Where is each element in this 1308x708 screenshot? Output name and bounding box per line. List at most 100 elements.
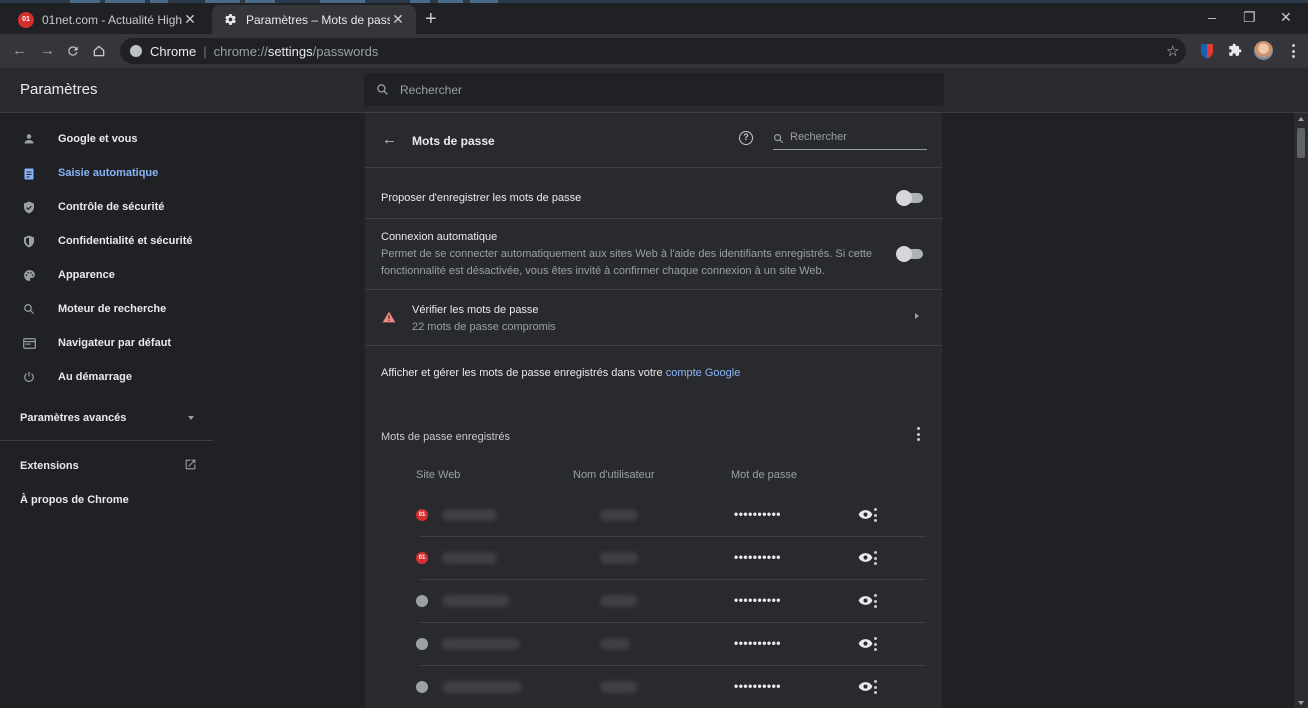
extensions-puzzle-icon[interactable] <box>1228 43 1244 59</box>
offer-save-toggle[interactable] <box>896 190 923 206</box>
01net-icon: 01 <box>416 552 428 564</box>
tab-strip: 01 01net.com - Actualité High Tech ✕ Par… <box>0 0 1308 34</box>
tab-01net[interactable]: 01 01net.com - Actualité High Tech ✕ <box>8 5 208 34</box>
sidebar-item-safety-check[interactable]: Contrôle de sécurité <box>0 190 230 224</box>
check-passwords-label: Vérifier les mots de passe <box>412 304 539 316</box>
omnibox-site: Chrome <box>150 43 197 59</box>
chrome-menu-icon[interactable] <box>1287 43 1303 59</box>
username-blurred <box>600 681 638 693</box>
globe-icon <box>416 595 428 607</box>
chevron-down-icon[interactable] <box>188 416 194 420</box>
row-menu-icon[interactable] <box>873 680 877 694</box>
password-search-input[interactable]: Rechercher <box>773 131 927 150</box>
sidebar-item-autofill[interactable]: Saisie automatique <box>0 156 230 190</box>
globe-icon <box>416 638 428 650</box>
manage-text: Afficher et gérer les mots de passe enre… <box>381 367 741 379</box>
row-menu-icon[interactable] <box>873 637 877 651</box>
auto-signin-toggle[interactable] <box>896 246 923 262</box>
password-mask: •••••••••• <box>734 507 782 521</box>
palette-icon <box>22 268 36 282</box>
sidebar-item-label: Au démarrage <box>58 371 132 383</box>
bookmark-star-icon[interactable]: ☆ <box>1166 42 1182 60</box>
google-account-link[interactable]: compte Google <box>666 367 741 379</box>
close-tab-icon[interactable]: ✕ <box>182 11 198 28</box>
tab-title: 01net.com - Actualité High Tech <box>42 12 182 27</box>
auto-signin-description: Permet de se connecter automatiquement a… <box>381 248 873 277</box>
site-name-blurred <box>442 595 510 607</box>
search-icon <box>774 134 784 144</box>
username-blurred <box>600 552 638 564</box>
shield-icon <box>22 234 36 248</box>
avatar[interactable] <box>1254 41 1273 60</box>
back-arrow-icon[interactable]: ← <box>382 131 397 148</box>
sidebar-divider <box>0 440 213 441</box>
close-window-button[interactable]: ✕ <box>1280 9 1292 26</box>
scroll-up-icon[interactable] <box>1298 117 1304 121</box>
sidebar-item-label: Saisie automatique <box>58 167 159 179</box>
sidebar-item-appearance[interactable]: Apparence <box>0 258 230 292</box>
extension-shield-icon[interactable] <box>1200 43 1216 59</box>
show-password-eye-icon[interactable] <box>858 552 873 563</box>
globe-icon <box>416 681 428 693</box>
help-icon[interactable]: ? <box>739 131 753 145</box>
back-arrow-icon[interactable]: ← <box>12 41 27 61</box>
saved-passwords-menu-icon[interactable] <box>916 427 920 441</box>
01net-icon: 01 <box>416 509 428 521</box>
manage-google-row: Afficher et gérer les mots de passe enre… <box>365 345 942 405</box>
scroll-thumb[interactable] <box>1297 128 1305 158</box>
tab-title: Paramètres – Mots de passe <box>246 12 390 27</box>
show-password-eye-icon[interactable] <box>858 595 873 606</box>
omnibox-url: chrome://settings/passwords <box>213 43 379 59</box>
page-scrollbar[interactable] <box>1294 113 1308 708</box>
auto-signin-label: Connexion automatique <box>381 231 498 243</box>
tab-settings-passwords[interactable]: Paramètres – Mots de passe ✕ <box>212 5 416 34</box>
sidebar-advanced[interactable]: Paramètres avancés <box>20 412 126 424</box>
browser-toolbar: ← → Chrome | chrome://settings/passwords… <box>0 34 1308 68</box>
check-passwords-sublabel: 22 mots de passe compromis <box>412 321 556 333</box>
home-icon[interactable] <box>92 41 106 64</box>
power-icon <box>22 370 36 384</box>
settings-sidebar: Google et vous Saisie automatique Contrô… <box>0 113 230 708</box>
forward-arrow-icon[interactable]: → <box>40 41 55 61</box>
sidebar-item-google[interactable]: Google et vous <box>0 122 230 156</box>
settings-search-placeholder: Rechercher <box>400 82 463 97</box>
sidebar-item-startup[interactable]: Au démarrage <box>0 360 230 394</box>
sidebar-item-search-engine[interactable]: Moteur de recherche <box>0 292 230 326</box>
show-password-eye-icon[interactable] <box>858 509 873 520</box>
site-name-blurred <box>442 552 497 564</box>
minimize-button[interactable]: – <box>1208 9 1216 25</box>
reload-icon[interactable] <box>66 41 80 64</box>
person-icon <box>22 132 36 146</box>
password-row: 01 •••••••••• <box>400 537 926 580</box>
open-external-icon[interactable] <box>184 458 197 474</box>
search-icon <box>22 302 36 316</box>
sidebar-about-chrome[interactable]: À propos de Chrome <box>20 494 129 506</box>
sidebar-item-default-browser[interactable]: Navigateur par défaut <box>0 326 230 360</box>
username-blurred <box>600 595 638 607</box>
column-header-username: Nom d'utilisateur <box>573 469 655 481</box>
password-mask: •••••••••• <box>734 593 782 607</box>
row-menu-icon[interactable] <box>873 508 877 522</box>
search-icon <box>377 84 388 95</box>
sidebar-extensions[interactable]: Extensions <box>20 460 79 472</box>
sidebar-item-privacy[interactable]: Confidentialité et sécurité <box>0 224 230 258</box>
passwords-card: ← Mots de passe ? Rechercher Proposer d'… <box>365 113 942 708</box>
scroll-down-icon[interactable] <box>1298 701 1304 705</box>
row-menu-icon[interactable] <box>873 551 877 565</box>
address-bar[interactable]: Chrome | chrome://settings/passwords <box>120 38 1186 64</box>
sidebar-item-label: Google et vous <box>58 133 138 145</box>
new-tab-button[interactable]: + <box>425 9 437 29</box>
show-password-eye-icon[interactable] <box>858 681 873 692</box>
password-row: •••••••••• <box>400 623 926 666</box>
sidebar-item-label: Confidentialité et sécurité <box>58 235 193 247</box>
row-menu-icon[interactable] <box>873 594 877 608</box>
check-passwords-row[interactable]: Vérifier les mots de passe 22 mots de pa… <box>365 289 942 345</box>
gear-icon <box>222 12 238 28</box>
password-mask: •••••••••• <box>734 550 782 564</box>
show-password-eye-icon[interactable] <box>858 638 873 649</box>
settings-search-input[interactable]: Rechercher <box>364 73 944 106</box>
close-tab-icon[interactable]: ✕ <box>390 11 406 28</box>
page-title: Mots de passe <box>412 134 495 148</box>
password-row: 01 •••••••••• <box>400 494 926 537</box>
restore-button[interactable]: ❐ <box>1243 9 1256 26</box>
